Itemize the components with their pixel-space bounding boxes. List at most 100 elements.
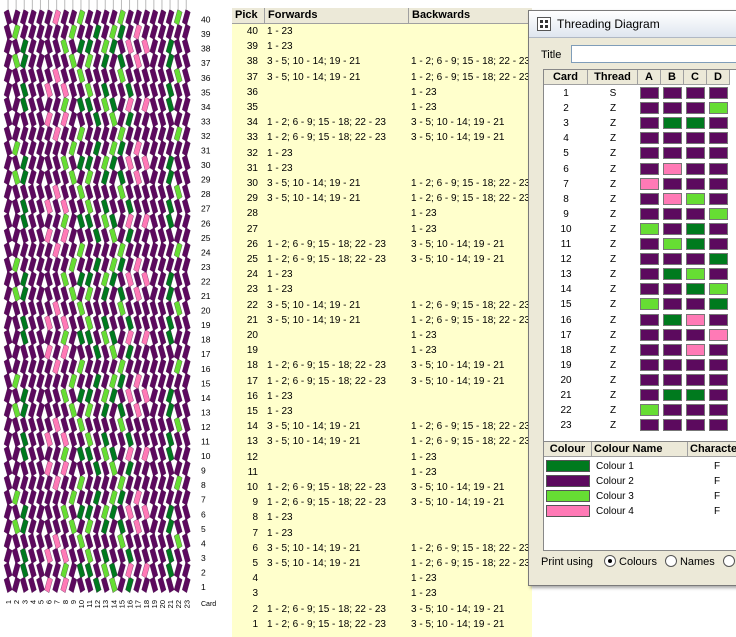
- card-row[interactable]: 14 Z: [544, 282, 736, 297]
- pick-row[interactable]: 16 1 - 23: [232, 389, 532, 404]
- pick-row[interactable]: 29 3 - 5; 10 - 14; 19 - 21 1 - 2; 6 - 9; 1…: [232, 191, 532, 206]
- hole-colour-swatch[interactable]: [686, 222, 705, 235]
- colour-row[interactable]: Colour 4 F: [544, 504, 736, 519]
- pick-row[interactable]: 36 1 - 23: [232, 85, 532, 100]
- colour-column-header[interactable]: Colour: [544, 442, 592, 457]
- hole-colour-swatch[interactable]: [640, 298, 659, 311]
- hole-colour-swatch[interactable]: [709, 192, 728, 205]
- print-option-radio[interactable]: [722, 555, 736, 568]
- card-row[interactable]: 8Z: [544, 192, 736, 207]
- hole-colour-swatch[interactable]: [640, 147, 659, 160]
- hole-colour-swatch[interactable]: [663, 117, 682, 130]
- hole-colour-swatch[interactable]: [640, 177, 659, 190]
- pick-row[interactable]: 34 1 - 2; 6 - 9; 15 - 18; 22 - 23 3 - 5; 1…: [232, 115, 532, 130]
- pick-row[interactable]: 26 1 - 2; 6 - 9; 15 - 18; 22 - 23 3 - 5; 1…: [232, 237, 532, 252]
- hole-colour-swatch[interactable]: [709, 358, 728, 371]
- hole-colour-swatch[interactable]: [640, 373, 659, 386]
- hole-colour-swatch[interactable]: [709, 283, 728, 296]
- pick-row[interactable]: 4 1 - 23: [232, 571, 532, 586]
- hole-colour-swatch[interactable]: [709, 177, 728, 190]
- hole-colour-swatch[interactable]: [686, 268, 705, 281]
- pick-row[interactable]: 37 3 - 5; 10 - 14; 19 - 21 1 - 2; 6 - 9; 1…: [232, 70, 532, 85]
- hole-colour-swatch[interactable]: [686, 253, 705, 266]
- hole-colour-swatch[interactable]: [640, 389, 659, 401]
- hole-colour-swatch[interactable]: [686, 162, 705, 175]
- card-row[interactable]: 20 Z: [544, 373, 736, 388]
- colour-name-column-header[interactable]: Colour Name: [592, 442, 688, 457]
- hole-colour-swatch[interactable]: [640, 132, 659, 145]
- hole-column-header[interactable]: A: [638, 70, 661, 85]
- hole-colour-swatch[interactable]: [663, 87, 682, 99]
- hole-colour-swatch[interactable]: [640, 268, 659, 281]
- pick-row[interactable]: 6 3 - 5; 10 - 14; 19 - 21 1 - 2; 6 - 9; 15…: [232, 541, 532, 556]
- hole-colour-swatch[interactable]: [640, 343, 659, 356]
- hole-colour-swatch[interactable]: [709, 313, 728, 326]
- hole-colour-swatch[interactable]: [640, 358, 659, 371]
- hole-colour-swatch[interactable]: [709, 389, 728, 401]
- pick-row[interactable]: 28 1 - 23: [232, 206, 532, 221]
- print-option-radio[interactable]: Colours: [604, 555, 657, 568]
- hole-colour-swatch[interactable]: [663, 389, 682, 401]
- pick-row[interactable]: 3 1 - 23: [232, 586, 532, 601]
- hole-colour-swatch[interactable]: [686, 177, 705, 190]
- hole-colour-swatch[interactable]: [709, 162, 728, 175]
- card-row[interactable]: 19 Z: [544, 358, 736, 373]
- card-row[interactable]: 18 Z: [544, 343, 736, 358]
- thread-column-header[interactable]: Thread: [588, 70, 638, 85]
- card-row[interactable]: 3Z: [544, 116, 736, 131]
- card-row[interactable]: 2Z: [544, 101, 736, 116]
- hole-colour-swatch[interactable]: [709, 268, 728, 281]
- hole-colour-swatch[interactable]: [686, 117, 705, 130]
- hole-colour-swatch[interactable]: [686, 102, 705, 115]
- hole-colour-swatch[interactable]: [709, 404, 728, 417]
- hole-colour-swatch[interactable]: [686, 404, 705, 417]
- pick-row[interactable]: 5 3 - 5; 10 - 14; 19 - 21 1 - 2; 6 - 9; 15…: [232, 556, 532, 571]
- hole-colour-swatch[interactable]: [686, 283, 705, 296]
- pick-row[interactable]: 15 1 - 23: [232, 404, 532, 419]
- hole-colour-swatch[interactable]: [686, 87, 705, 99]
- hole-colour-swatch[interactable]: [709, 419, 728, 432]
- pick-row[interactable]: 21 3 - 5; 10 - 14; 19 - 21 1 - 2; 6 - 9; 1…: [232, 313, 532, 328]
- pick-row[interactable]: 25 1 - 2; 6 - 9; 15 - 18; 22 - 23 3 - 5; 1…: [232, 252, 532, 267]
- hole-colour-swatch[interactable]: [686, 389, 705, 401]
- hole-colour-swatch[interactable]: [709, 117, 728, 130]
- pick-row[interactable]: 35 1 - 23: [232, 100, 532, 115]
- hole-colour-swatch[interactable]: [640, 87, 659, 99]
- hole-colour-swatch[interactable]: [709, 373, 728, 386]
- pick-row[interactable]: 39 1 - 23: [232, 39, 532, 54]
- hole-colour-swatch[interactable]: [709, 238, 728, 250]
- hole-colour-swatch[interactable]: [663, 343, 682, 356]
- character-column-header[interactable]: Character: [688, 442, 736, 457]
- hole-colour-swatch[interactable]: [686, 147, 705, 160]
- hole-colour-swatch[interactable]: [686, 238, 705, 250]
- hole-colour-swatch[interactable]: [686, 192, 705, 205]
- hole-colour-swatch[interactable]: [686, 298, 705, 311]
- card-row[interactable]: 22 Z: [544, 403, 736, 418]
- colour-row[interactable]: Colour 2 F: [544, 474, 736, 489]
- colour-swatch[interactable]: [546, 475, 590, 487]
- hole-colour-swatch[interactable]: [640, 404, 659, 417]
- card-row[interactable]: 7Z: [544, 177, 736, 192]
- card-row[interactable]: 15 Z: [544, 297, 736, 312]
- pick-row[interactable]: 12 1 - 23: [232, 450, 532, 465]
- hole-colour-swatch[interactable]: [640, 162, 659, 175]
- hole-colour-swatch[interactable]: [640, 419, 659, 432]
- pick-row[interactable]: 23 1 - 23: [232, 282, 532, 297]
- hole-colour-swatch[interactable]: [663, 207, 682, 220]
- card-row[interactable]: 9Z: [544, 207, 736, 222]
- hole-colour-swatch[interactable]: [709, 343, 728, 356]
- hole-column-header[interactable]: B: [661, 70, 684, 85]
- pick-row[interactable]: 10 1 - 2; 6 - 9; 15 - 18; 22 - 23 3 - 5; 1…: [232, 480, 532, 495]
- print-option-radio[interactable]: Names: [664, 555, 715, 568]
- title-input[interactable]: [571, 45, 736, 63]
- hole-colour-swatch[interactable]: [686, 358, 705, 371]
- hole-colour-swatch[interactable]: [663, 298, 682, 311]
- hole-colour-swatch[interactable]: [640, 283, 659, 296]
- hole-colour-swatch[interactable]: [709, 87, 728, 99]
- pick-row[interactable]: 27 1 - 23: [232, 222, 532, 237]
- hole-colour-swatch[interactable]: [663, 238, 682, 250]
- hole-colour-swatch[interactable]: [686, 328, 705, 341]
- backwards-column-header[interactable]: Backwards: [408, 8, 532, 24]
- card-row[interactable]: 1S: [544, 86, 736, 101]
- pick-row[interactable]: 13 3 - 5; 10 - 14; 19 - 21 1 - 2; 6 - 9; 1…: [232, 434, 532, 449]
